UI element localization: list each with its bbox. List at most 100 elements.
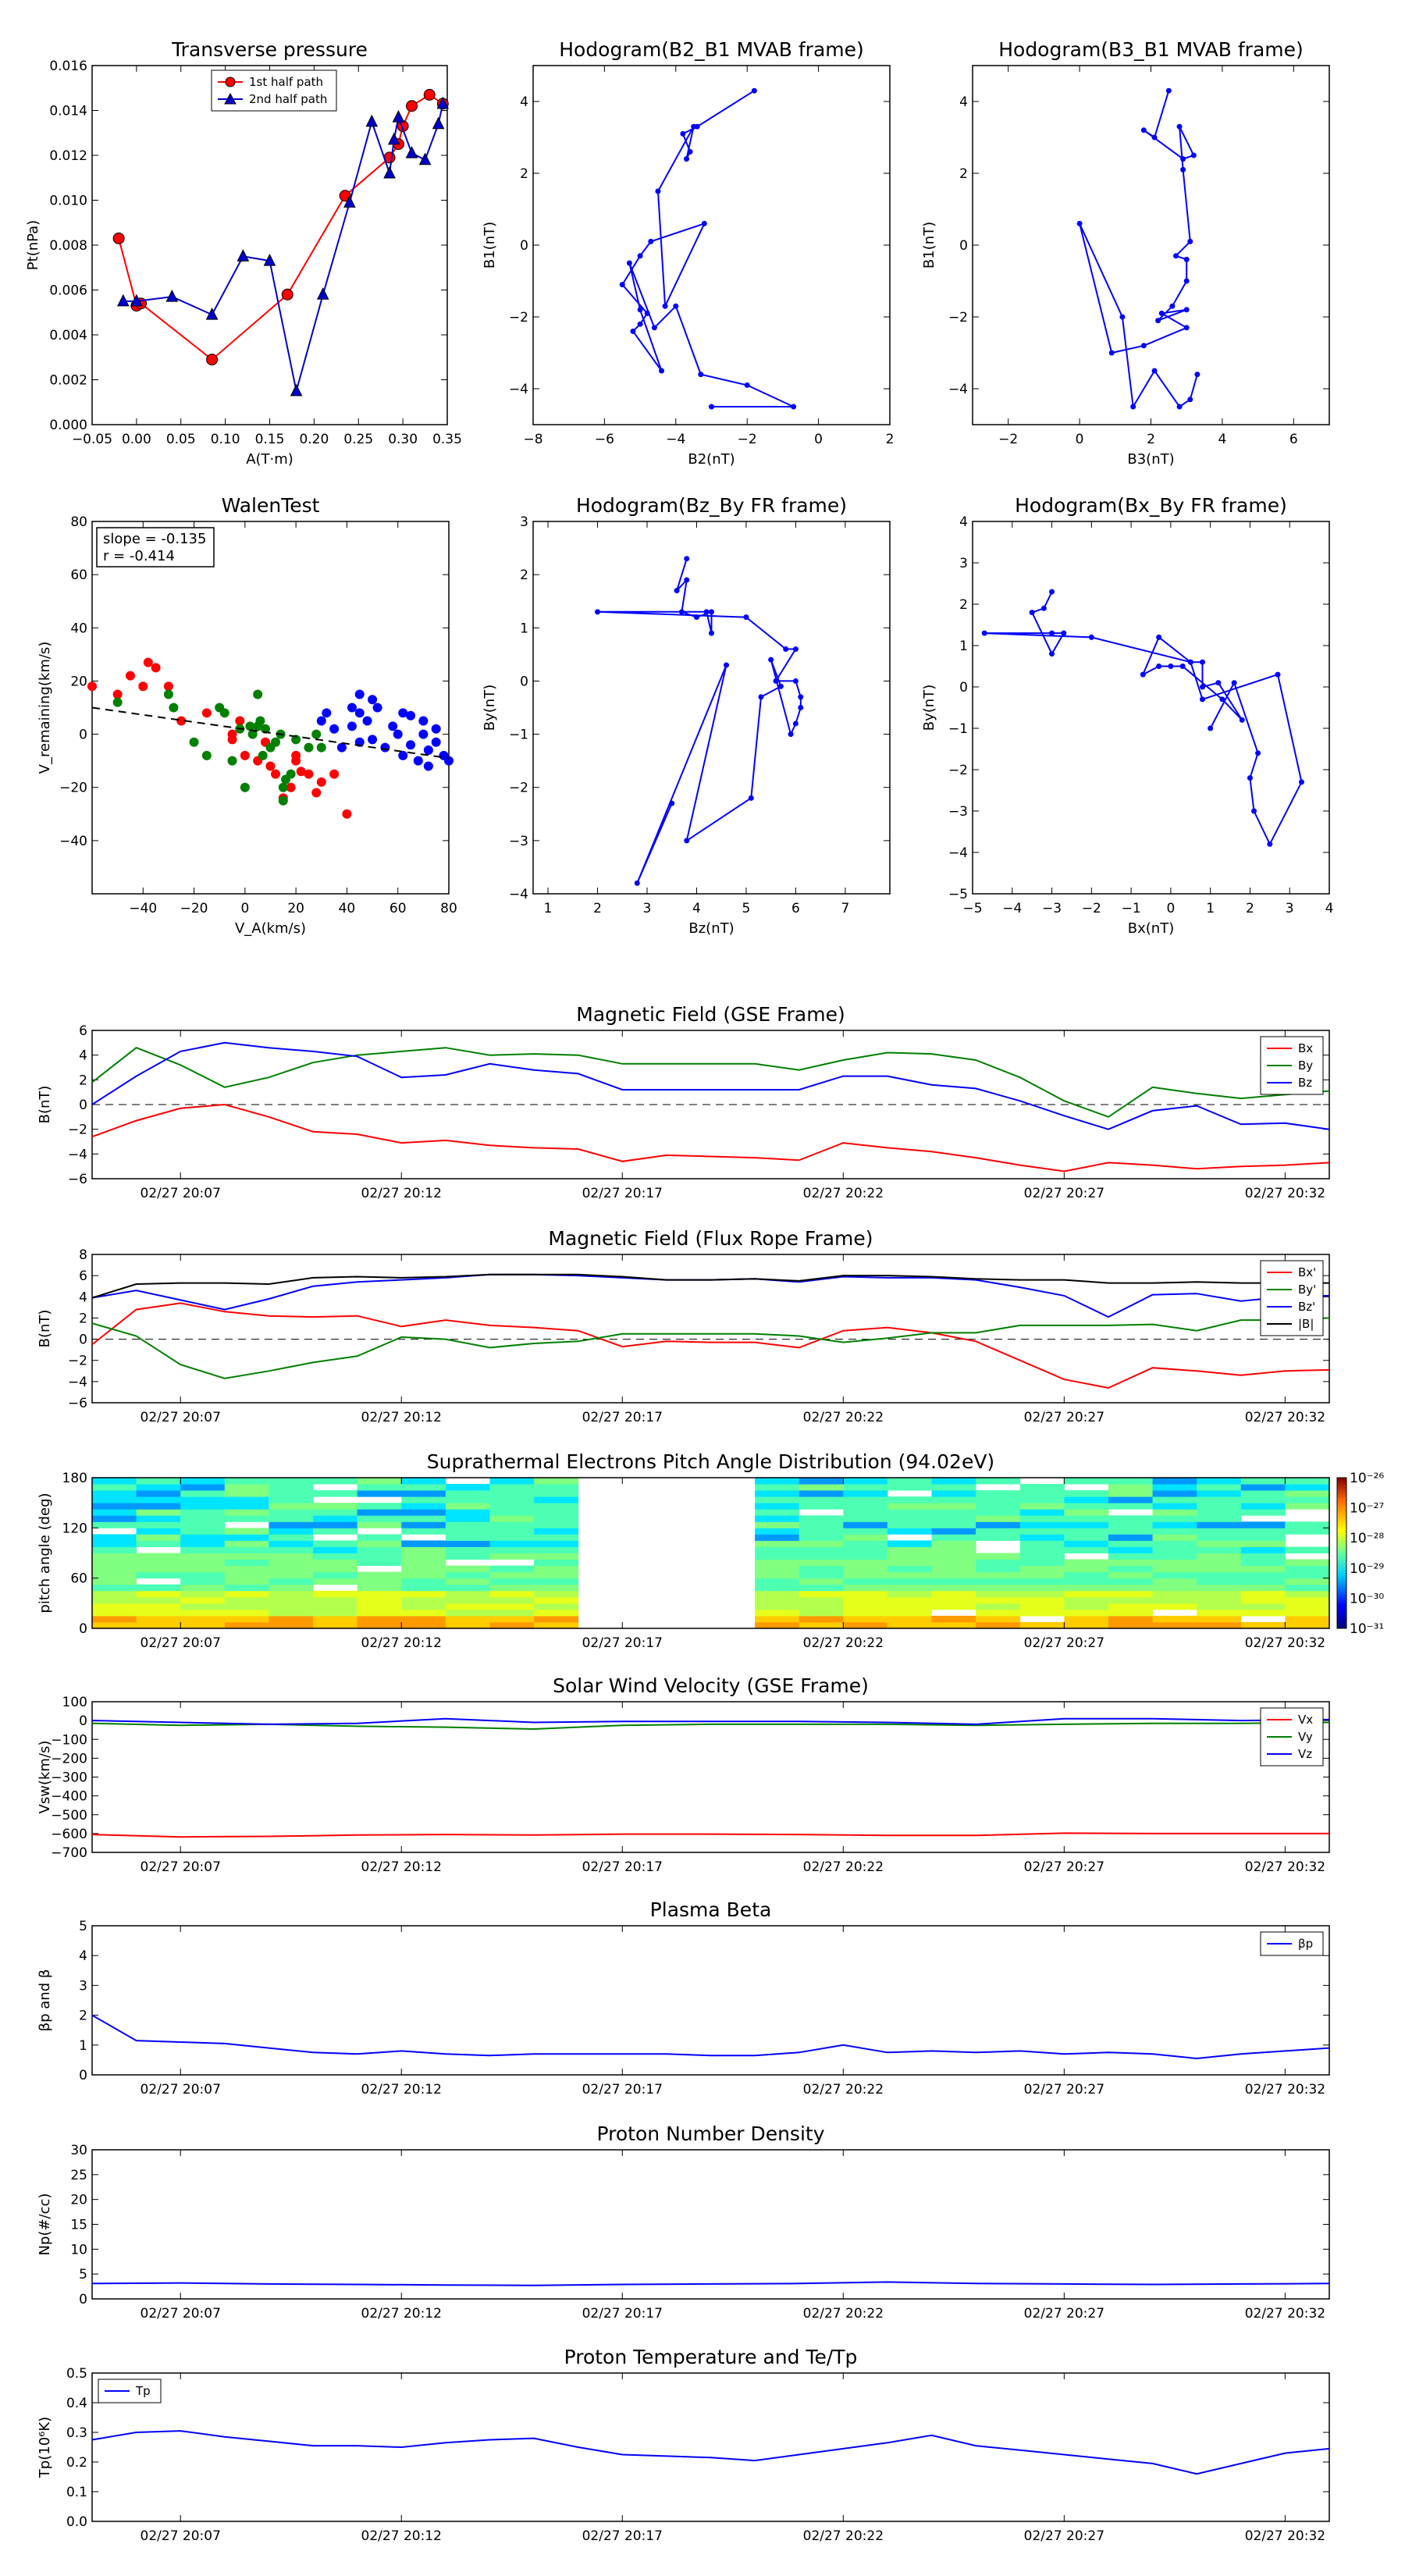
pad-cell-8-14 bbox=[445, 1534, 490, 1541]
pad-cell-22-7 bbox=[1064, 1578, 1109, 1585]
walen-ytick-label-0: −40 bbox=[59, 834, 87, 849]
pad-cell-7-22 bbox=[401, 1484, 446, 1491]
ts-9-ytick-label-4: −300 bbox=[51, 1770, 87, 1786]
pad-cell-17-5 bbox=[843, 1590, 888, 1598]
pt-ytick-label-7: 0.014 bbox=[49, 104, 87, 119]
walen-series-1-point-3 bbox=[189, 737, 199, 747]
pad-cell-6-21 bbox=[357, 1490, 402, 1497]
walen-xtick-label-6: 80 bbox=[440, 901, 457, 916]
hodo-1-series-0-point-23 bbox=[709, 404, 714, 410]
hodo-5-ytick-label-8: 3 bbox=[959, 556, 968, 571]
hodo-1-series-0-point-10 bbox=[637, 253, 643, 259]
ts-6-xtick-label-1: 02/27 20:12 bbox=[361, 1186, 442, 1201]
hodo-5-series-0-point-22 bbox=[1298, 779, 1304, 785]
pad-cell-20-18 bbox=[976, 1509, 1021, 1516]
pad-colorbar bbox=[1336, 1477, 1347, 1629]
pad-cell-3-13 bbox=[224, 1540, 269, 1547]
walen-series-1-point-1 bbox=[163, 689, 173, 699]
walen-series-1-point-2 bbox=[169, 703, 179, 713]
pad-cell-20-6 bbox=[976, 1584, 1021, 1592]
pad-cell-6-8 bbox=[357, 1571, 402, 1579]
ts-10-axes bbox=[91, 1925, 1330, 2076]
pad-cell-4-17 bbox=[269, 1515, 314, 1522]
hodo-5-xtick-label-4: −1 bbox=[1122, 901, 1141, 916]
pad-cell-10-12 bbox=[534, 1546, 579, 1553]
hodo-1-series-0-point-2 bbox=[680, 130, 686, 137]
ts-7-axes bbox=[91, 1254, 1330, 1404]
pad-cell-15-9 bbox=[755, 1565, 800, 1573]
pad-cell-1-1 bbox=[136, 1615, 181, 1623]
pad-cell-10-16 bbox=[534, 1521, 579, 1528]
hodo-1-ytick-label-3: 2 bbox=[520, 166, 528, 182]
pad-cell-25-13 bbox=[1197, 1540, 1242, 1547]
ts-10-series-0-line bbox=[91, 2014, 1330, 2060]
pad-cell-16-1 bbox=[799, 1615, 844, 1623]
pad-cell-16-4 bbox=[799, 1596, 844, 1604]
pad-cell-15-15 bbox=[755, 1528, 800, 1535]
pad-cell-24-8 bbox=[1152, 1571, 1197, 1579]
pad-cell-1-23 bbox=[136, 1478, 181, 1485]
pad-cell-24-1 bbox=[1152, 1615, 1197, 1623]
pad-cell-25-12 bbox=[1197, 1546, 1242, 1553]
pt-series-1-point-14 bbox=[418, 152, 432, 165]
ts-7-ylabel: B(nT) bbox=[37, 1310, 53, 1348]
walen-series-1-point-26 bbox=[311, 729, 322, 739]
pad-cell-24-10 bbox=[1152, 1559, 1197, 1566]
hodo-4-xtick-label-2: 3 bbox=[643, 901, 652, 916]
pad-cell-8-3 bbox=[445, 1603, 490, 1610]
pad-cell-8-16 bbox=[445, 1521, 490, 1528]
pad-cell-5-13 bbox=[313, 1540, 358, 1547]
pad-cell-10-7 bbox=[534, 1578, 579, 1585]
ts-12-legend-label-0: Tp bbox=[135, 2384, 151, 2398]
pad-cell-9-13 bbox=[489, 1540, 535, 1547]
pad-cell-20-2 bbox=[976, 1609, 1021, 1617]
pad-cell-0-4 bbox=[92, 1596, 137, 1604]
pad-cell-6-1 bbox=[357, 1615, 402, 1623]
pad-cell-20-0 bbox=[976, 1622, 1021, 1629]
pad-cell-8-20 bbox=[445, 1496, 490, 1503]
pad-cell-23-6 bbox=[1108, 1584, 1154, 1592]
pad-cell-8-15 bbox=[445, 1528, 490, 1535]
walen-series-0-point-1 bbox=[112, 689, 123, 699]
hodo-2-series-0-point-13 bbox=[1183, 307, 1190, 313]
hodo-1-series-0-point-17 bbox=[626, 260, 632, 266]
pad-cell-25-2 bbox=[1197, 1609, 1242, 1617]
walen-ytick-label-6: 80 bbox=[70, 514, 87, 530]
pad-cell-1-17 bbox=[136, 1515, 181, 1522]
pad-cell-8-13 bbox=[445, 1540, 490, 1547]
pad-cell-22-4 bbox=[1064, 1596, 1109, 1604]
pad-cell-19-11 bbox=[931, 1553, 976, 1560]
pad-cell-4-7 bbox=[269, 1578, 314, 1585]
hodo-5-series-0-point-21 bbox=[1275, 671, 1281, 678]
pad-cell-27-21 bbox=[1285, 1490, 1330, 1497]
hodo-1-axes bbox=[532, 65, 891, 425]
pad-cell-24-7 bbox=[1152, 1578, 1197, 1585]
hodo-2-series-0-point-8 bbox=[1172, 253, 1179, 259]
hodo-1-series-0-point-9 bbox=[648, 238, 654, 244]
ts-6-ytick-label-5: 4 bbox=[79, 1048, 87, 1064]
pad-cell-25-3 bbox=[1197, 1603, 1242, 1610]
pad-cell-3-9 bbox=[224, 1565, 269, 1573]
pad-cell-19-9 bbox=[931, 1565, 976, 1573]
pad-xtick-label-0: 02/27 20:07 bbox=[140, 1635, 221, 1651]
hodo-4-series-0-point-15 bbox=[798, 705, 804, 710]
hodo-5-axes bbox=[972, 521, 1330, 895]
pad-cell-27-1 bbox=[1285, 1615, 1330, 1623]
hodo-2-series-0-point-17 bbox=[1108, 350, 1115, 356]
pad-cell-23-23 bbox=[1108, 1478, 1154, 1485]
pad-cell-18-20 bbox=[887, 1496, 932, 1503]
walen-series-1-point-14 bbox=[255, 716, 265, 726]
pad-cell-3-17 bbox=[224, 1515, 269, 1522]
walen-series-0-point-2 bbox=[125, 671, 135, 681]
pad-cell-21-13 bbox=[1019, 1540, 1065, 1547]
pad-cell-22-19 bbox=[1064, 1503, 1109, 1510]
pt-series-0-point-3 bbox=[206, 354, 219, 366]
pt-xtick-label-8: 0.35 bbox=[432, 432, 462, 447]
hodo-2-series-0-point-4 bbox=[1190, 152, 1197, 158]
pad-cell-23-0 bbox=[1108, 1622, 1154, 1629]
pad-cell-1-6 bbox=[136, 1584, 181, 1592]
pad-cell-21-18 bbox=[1019, 1509, 1065, 1516]
pad-cell-22-3 bbox=[1064, 1603, 1109, 1610]
pad-cell-6-14 bbox=[357, 1534, 402, 1541]
pad-cell-2-0 bbox=[180, 1622, 226, 1629]
